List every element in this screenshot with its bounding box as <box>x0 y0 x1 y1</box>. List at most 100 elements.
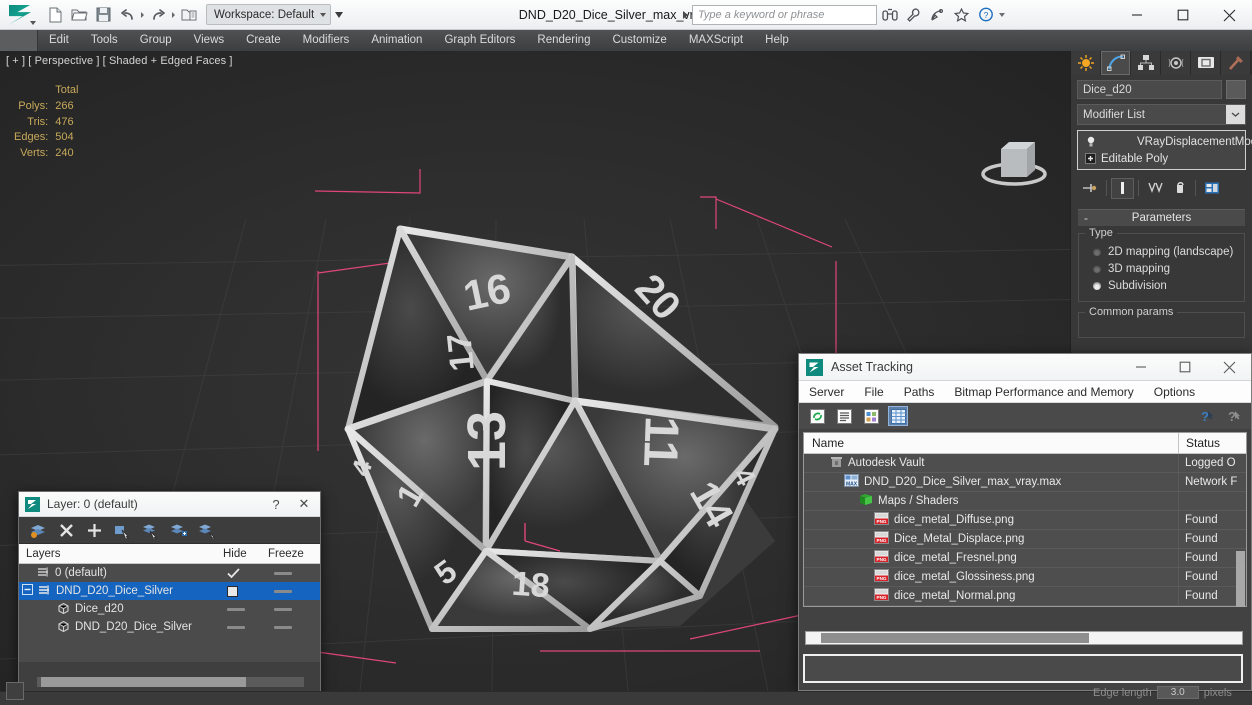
layer-scrollbar-thumb[interactable] <box>41 677 246 687</box>
menu-item-animation[interactable]: Animation <box>360 30 433 51</box>
menu-item-create[interactable]: Create <box>235 30 292 51</box>
redo-button[interactable] <box>147 4 169 26</box>
plus-icon[interactable] <box>83 519 105 541</box>
help-dropdown-arrow-icon[interactable] <box>999 12 1005 17</box>
collapse-icon[interactable]: - <box>1084 212 1088 224</box>
new-layer-icon[interactable] <box>27 519 49 541</box>
binoculars-icon[interactable] <box>878 4 901 25</box>
plus-box-icon[interactable] <box>1084 153 1096 165</box>
thumbnail-view-icon[interactable] <box>861 406 881 426</box>
close-button[interactable] <box>1206 0 1252 30</box>
help-question-icon[interactable]: ? <box>1223 406 1243 426</box>
ribbon-tab-stub[interactable] <box>0 30 38 51</box>
make-unique-button[interactable] <box>1143 178 1166 199</box>
set-current-layer-icon[interactable] <box>195 519 217 541</box>
asset-row-dice-metal-displace[interactable]: PNG Dice_Metal_Displace.png Found <box>804 529 1246 549</box>
configure-modifier-sets-button[interactable] <box>1200 178 1223 199</box>
asset-row-maps-shaders[interactable]: Maps / Shaders <box>804 491 1246 511</box>
wrench-icon[interactable] <box>902 4 925 25</box>
minimize-button[interactable] <box>1114 0 1160 30</box>
layer-row-dnd-d20-dice-silver[interactable]: DND_D20_Dice_Silver <box>19 582 320 600</box>
asset-row-dice-metal-glossiness[interactable]: PNG dice_metal_Glossiness.png Found <box>804 567 1246 587</box>
maximize-button[interactable] <box>1160 0 1206 30</box>
menu-item-graph-editors[interactable]: Graph Editors <box>433 30 526 51</box>
tab-motion[interactable] <box>1161 51 1191 75</box>
grid-view-icon[interactable] <box>888 406 908 426</box>
radio-subdivision[interactable]: Subdivision <box>1085 277 1238 294</box>
layer-freeze-cell[interactable] <box>268 607 320 611</box>
menu-item-help[interactable]: Help <box>754 30 800 51</box>
bottom-left-toggle[interactable] <box>6 682 24 700</box>
undo-dropdown-arrow-icon[interactable] <box>141 11 144 18</box>
help-pointer-icon[interactable]: ? <box>1196 406 1216 426</box>
menu-item-modifiers[interactable]: Modifiers <box>292 30 361 51</box>
redo-dropdown-arrow-icon[interactable] <box>172 11 175 18</box>
menu-item-paths[interactable]: Paths <box>894 381 945 403</box>
layer-list[interactable]: 0 (default) DND_D20_Dice_Silver Dice_d20… <box>19 564 320 662</box>
refresh-green-icon[interactable] <box>807 406 827 426</box>
radio-2d-mapping[interactable]: 2D mapping (landscape) <box>1085 243 1238 260</box>
layer-dialog[interactable]: Layer: 0 (default) ? ✕ Layers Hide Freez… <box>18 491 321 695</box>
column-hide[interactable]: Hide <box>223 548 268 560</box>
menu-item-bitmap-performance-and-memory[interactable]: Bitmap Performance and Memory <box>944 381 1143 403</box>
project-folder-button[interactable] <box>178 4 200 26</box>
viewcube-navigation-icon[interactable] <box>975 131 1053 193</box>
remove-modifier-button[interactable] <box>1168 178 1191 199</box>
tab-hierarchy[interactable] <box>1131 51 1161 75</box>
highlight-layer-icon[interactable] <box>139 519 161 541</box>
asset-row-autodesk-vault[interactable]: Autodesk Vault Logged O <box>804 454 1246 473</box>
asset-tracking-window[interactable]: Asset Tracking Server File Paths Bitmap … <box>798 353 1252 691</box>
delete-x-icon[interactable] <box>55 519 77 541</box>
layer-row-dice-d20[interactable]: Dice_d20 <box>19 600 320 618</box>
asset-vertical-scrollbar-thumb[interactable] <box>1236 551 1245 607</box>
workspace-dropdown-icon[interactable] <box>335 11 344 18</box>
open-file-button[interactable] <box>68 4 90 26</box>
modifier-list-dropdown[interactable]: Modifier List <box>1077 104 1246 125</box>
object-name-field[interactable]: Dice_d20 <box>1077 80 1222 99</box>
menu-item-server[interactable]: Server <box>799 381 854 403</box>
edge-length-value[interactable]: 3.0 <box>1156 686 1199 699</box>
star-icon[interactable] <box>950 4 973 25</box>
asset-row-dice-metal-fresnel[interactable]: PNG dice_metal_Fresnel.png Found <box>804 548 1246 568</box>
radio-3d-mapping[interactable]: 3D mapping <box>1085 260 1238 277</box>
help-circle-icon[interactable]: ? <box>974 4 997 25</box>
menu-item-file[interactable]: File <box>854 381 893 403</box>
list-view-icon[interactable] <box>834 406 854 426</box>
menu-item-views[interactable]: Views <box>183 30 235 51</box>
stack-item-vraydisplacementmod[interactable]: VRayDisplacementMod <box>1078 133 1252 150</box>
asset-horizontal-scrollbar-thumb[interactable] <box>821 633 1089 643</box>
layer-dialog-close-button[interactable]: ✕ <box>290 493 318 516</box>
menu-item-customize[interactable]: Customize <box>601 30 677 51</box>
tab-utilities[interactable] <box>1221 51 1251 75</box>
menu-item-tools[interactable]: Tools <box>80 30 129 51</box>
asset-row-dice-metal-diffuse[interactable]: PNG dice_metal_Diffuse.png Found <box>804 510 1246 530</box>
layer-hide-checkbox[interactable] <box>223 585 268 597</box>
asset-rows[interactable]: Autodesk Vault Logged O MAX DND_D20_Dice… <box>804 454 1246 606</box>
menu-item-group[interactable]: Group <box>129 30 183 51</box>
tab-create[interactable] <box>1071 51 1101 75</box>
asset-row-max-file[interactable]: MAX DND_D20_Dice_Silver_max_vray.max Net… <box>804 472 1246 492</box>
menu-item-options[interactable]: Options <box>1144 381 1205 403</box>
search-input[interactable]: Type a keyword or phrase <box>692 4 877 25</box>
menu-item-rendering[interactable]: Rendering <box>526 30 601 51</box>
select-layer-objects-icon[interactable] <box>111 519 133 541</box>
add-to-layer-icon[interactable] <box>167 519 189 541</box>
layer-hide-cell[interactable] <box>223 607 268 611</box>
new-file-button[interactable] <box>44 4 66 26</box>
pin-stack-button[interactable] <box>1079 178 1102 199</box>
asset-grid[interactable]: Name Status Autodesk Vault Logged O MAX <box>803 432 1247 607</box>
viewport-label[interactable]: [ + ] [ Perspective ] [ Shaded + Edged F… <box>6 55 233 67</box>
stack-item-editable-poly[interactable]: Editable Poly <box>1078 150 1245 167</box>
workspace-selector[interactable]: Workspace: Default <box>206 4 332 25</box>
save-file-button[interactable] <box>92 4 114 26</box>
max-logo-icon[interactable] <box>2 1 38 29</box>
tab-display[interactable] <box>1191 51 1221 75</box>
minimize-button[interactable] <box>1119 354 1163 380</box>
asset-row-dice-metal-normal[interactable]: PNG dice_metal_Normal.png Found <box>804 586 1246 606</box>
layer-row-dnd-d20-dice-silver-object[interactable]: DND_D20_Dice_Silver <box>19 618 320 636</box>
menu-item-maxscript[interactable]: MAXScript <box>678 30 754 51</box>
tab-modify[interactable] <box>1101 51 1131 75</box>
column-layers[interactable]: Layers <box>19 548 223 560</box>
close-button[interactable] <box>1207 354 1251 380</box>
layer-row-default[interactable]: 0 (default) <box>19 564 320 582</box>
